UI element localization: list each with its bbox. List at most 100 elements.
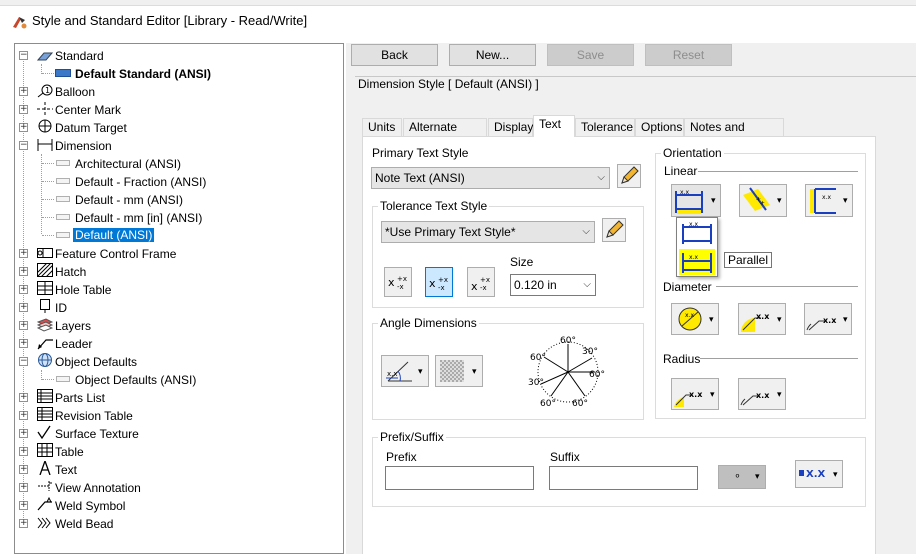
revision-table-icon bbox=[37, 407, 53, 421]
expand-icon[interactable]: + bbox=[19, 501, 28, 510]
tree-item-feature-control-frame[interactable]: + Feature Control Frame bbox=[15, 245, 343, 263]
size-select[interactable]: 0.120 in ⌵ bbox=[510, 274, 596, 296]
tab-units[interactable]: Units bbox=[362, 118, 402, 136]
tab-alternate-units[interactable]: Alternate Units bbox=[403, 118, 487, 150]
tolerance-centered-button[interactable]: x +x -x bbox=[425, 267, 453, 297]
tab-options[interactable]: Options bbox=[635, 118, 684, 136]
linear-separator bbox=[698, 171, 858, 172]
tolerance-text-style-select[interactable]: *Use Primary Text Style* ⌵ bbox=[381, 221, 595, 243]
menu-item-parallel[interactable]: x.x bbox=[679, 249, 715, 275]
symbol-dropdown-button[interactable]: ∘ ▾ bbox=[718, 465, 766, 489]
tab-tolerance[interactable]: Tolerance bbox=[575, 118, 635, 136]
tree-item-text[interactable]: + Text bbox=[15, 461, 343, 479]
expand-icon[interactable]: + bbox=[19, 393, 28, 402]
suffix-input[interactable] bbox=[549, 466, 698, 490]
new-button[interactable]: New... bbox=[449, 44, 536, 66]
tree-item-dim-style[interactable]: Architectural (ANSI) bbox=[15, 155, 343, 173]
prefix-input[interactable] bbox=[385, 466, 534, 490]
expand-icon[interactable]: + bbox=[19, 87, 28, 96]
tab-notes-and-leaders[interactable]: Notes and Leaders bbox=[684, 118, 784, 150]
expand-icon[interactable]: + bbox=[19, 285, 28, 294]
tree-item-balloon[interactable]: + 1 Balloon bbox=[15, 83, 343, 101]
menu-item-horizontal[interactable]: x.x bbox=[679, 220, 715, 246]
radius-horizontal-button[interactable]: x.x ▾ bbox=[738, 378, 786, 410]
tree-item-surface-texture[interactable]: + Surface Texture bbox=[15, 425, 343, 443]
expand-icon[interactable]: + bbox=[19, 519, 28, 528]
expand-icon[interactable]: + bbox=[19, 447, 28, 456]
angle-text-orientation-button[interactable]: x.x ▾ bbox=[381, 355, 429, 387]
tree-item-object-defaults-ansi[interactable]: Object Defaults (ANSI) bbox=[15, 371, 343, 389]
tab-text[interactable]: Text bbox=[533, 115, 575, 137]
expand-icon[interactable]: + bbox=[19, 483, 28, 492]
tree-item-leader[interactable]: + Leader bbox=[15, 335, 343, 353]
tree-label: Default - mm [in] (ANSI) bbox=[75, 211, 203, 225]
radius-aligned-button[interactable]: x.x ▾ bbox=[671, 378, 719, 410]
reset-button[interactable]: Reset bbox=[645, 44, 732, 66]
diameter-horizontal-button[interactable]: x.x ▾ bbox=[804, 303, 852, 335]
expand-icon[interactable]: + bbox=[19, 411, 28, 420]
tree-item-layers[interactable]: + Layers bbox=[15, 317, 343, 335]
tree-label: Parts List bbox=[55, 391, 106, 405]
tree-item-object-defaults[interactable]: − Object Defaults bbox=[15, 353, 343, 371]
tree-item-dim-style[interactable]: Default - Fraction (ANSI) bbox=[15, 173, 343, 191]
tree-item-weld-bead[interactable]: + Weld Bead bbox=[15, 515, 343, 533]
tree-label: Object Defaults bbox=[55, 355, 138, 369]
expand-icon[interactable]: + bbox=[19, 249, 28, 258]
tree-item-id[interactable]: + ID bbox=[15, 299, 343, 317]
view-annotation-icon bbox=[38, 481, 52, 491]
tree-label: Layers bbox=[55, 319, 92, 333]
expand-icon[interactable]: + bbox=[19, 321, 28, 330]
diameter-aligned-button[interactable]: x.x ▾ bbox=[738, 303, 786, 335]
collapse-icon[interactable]: − bbox=[19, 357, 28, 366]
tree-item-dim-style[interactable]: Default - mm [in] (ANSI) bbox=[15, 209, 343, 227]
linear-orientation-menu[interactable]: x.x x.x bbox=[676, 217, 718, 277]
tree-connector bbox=[42, 163, 54, 164]
linear-vertical-button[interactable]: x.x ▾ bbox=[805, 184, 853, 217]
tree-label: Center Mark bbox=[55, 103, 122, 117]
tree-item-hole-table[interactable]: + Hole Table bbox=[15, 281, 343, 299]
tree-item-center-mark[interactable]: + Center Mark bbox=[15, 101, 343, 119]
edit-primary-text-style-button[interactable] bbox=[617, 164, 641, 188]
expand-icon[interactable]: + bbox=[19, 123, 28, 132]
tree-connector bbox=[42, 181, 54, 182]
expand-icon[interactable]: + bbox=[19, 105, 28, 114]
tree-item-hatch[interactable]: + Hatch bbox=[15, 263, 343, 281]
tree-item-dim-style[interactable]: Default - mm (ANSI) bbox=[15, 191, 343, 209]
expand-icon[interactable]: + bbox=[19, 429, 28, 438]
angle-pattern-button[interactable]: ▾ bbox=[435, 355, 483, 387]
style-tree[interactable]: − Standard Default Standard (ANSI) + 1 B… bbox=[14, 43, 344, 554]
tolerance-stacked-button[interactable]: x +x -x bbox=[384, 267, 412, 297]
svg-text:▾: ▾ bbox=[472, 367, 477, 377]
tab-display[interactable]: Display bbox=[488, 118, 533, 136]
svg-text:+x: +x bbox=[480, 276, 490, 284]
tree-item-view-annotation[interactable]: + View Annotation bbox=[15, 479, 343, 497]
linear-aligned-button[interactable]: x.x ▾ bbox=[739, 184, 787, 217]
text-box-format-button[interactable]: X.X ▾ bbox=[795, 460, 843, 488]
radius-aligned-text: x.x bbox=[689, 390, 703, 399]
tree-item-dim-style-selected[interactable]: Default (ANSI) bbox=[15, 227, 343, 245]
collapse-icon[interactable]: − bbox=[19, 141, 28, 150]
save-button[interactable]: Save bbox=[547, 44, 634, 66]
tree-item-revision-table[interactable]: + Revision Table bbox=[15, 407, 343, 425]
tolerance-top-button[interactable]: x +x -x bbox=[467, 267, 495, 297]
tree-item-default-standard[interactable]: Default Standard (ANSI) bbox=[15, 65, 343, 83]
tree-item-datum-target[interactable]: + Datum Target bbox=[15, 119, 343, 137]
collapse-icon[interactable]: − bbox=[19, 51, 28, 60]
expand-icon[interactable]: + bbox=[19, 339, 28, 348]
edit-tolerance-text-style-button[interactable] bbox=[602, 218, 626, 242]
diameter-orientation-button[interactable]: x.x ▾ bbox=[671, 303, 719, 335]
linear-orientation-button[interactable]: x.x ▾ bbox=[671, 184, 721, 217]
expand-icon[interactable]: + bbox=[19, 303, 28, 312]
tree-item-weld-symbol[interactable]: + Weld Symbol bbox=[15, 497, 343, 515]
expand-icon[interactable]: + bbox=[19, 267, 28, 276]
expand-icon[interactable]: + bbox=[19, 465, 28, 474]
parts-list-icon bbox=[37, 389, 53, 403]
tree-item-table[interactable]: + Table bbox=[15, 443, 343, 461]
tree-item-standard[interactable]: − Standard bbox=[15, 47, 343, 65]
back-button[interactable]: Back bbox=[351, 44, 438, 66]
angle-label: 60° bbox=[530, 353, 546, 363]
tree-item-dimension[interactable]: − Dimension bbox=[15, 137, 343, 155]
angle-label: 30° bbox=[582, 347, 598, 357]
tree-item-parts-list[interactable]: + Parts List bbox=[15, 389, 343, 407]
primary-text-style-select[interactable]: Note Text (ANSI) ⌵ bbox=[371, 167, 610, 189]
